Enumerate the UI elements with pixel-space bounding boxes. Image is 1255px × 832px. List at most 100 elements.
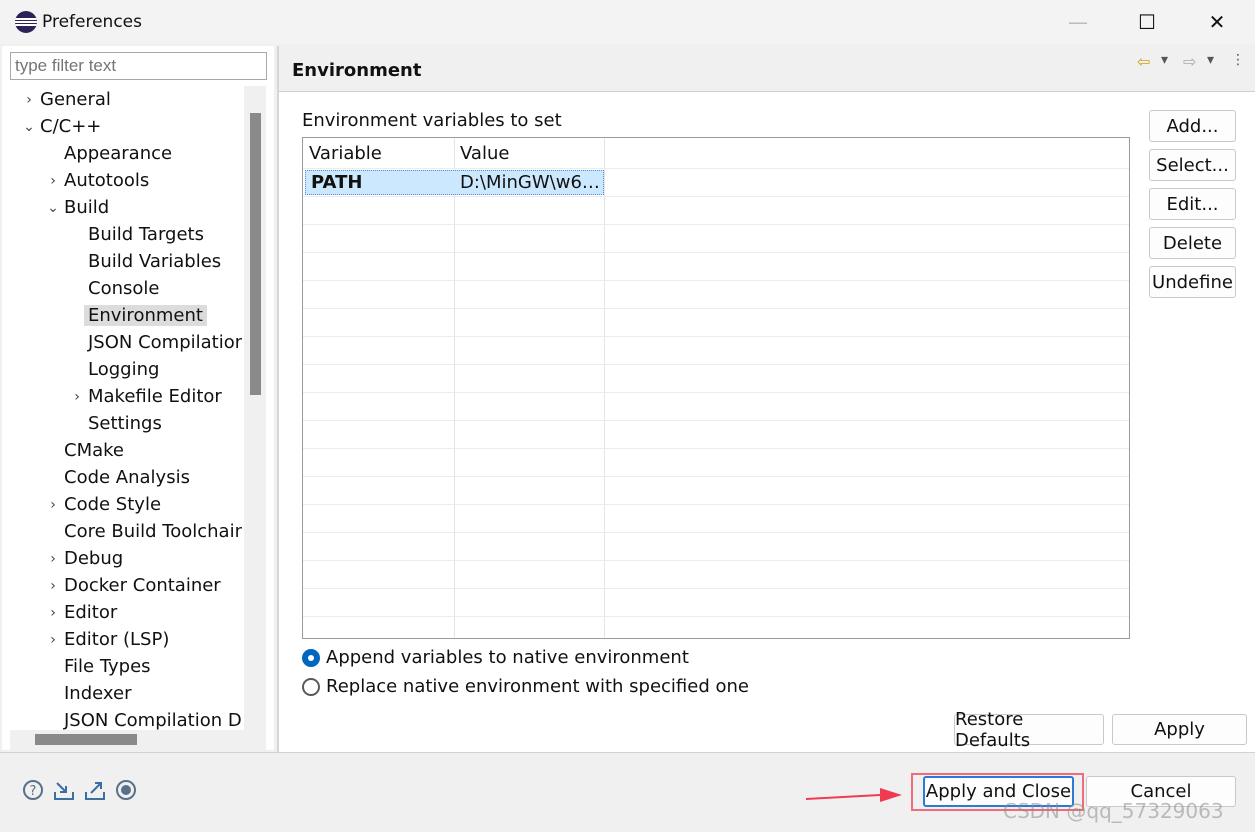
tree-item[interactable]: File Types [42, 653, 151, 680]
tree-item[interactable]: Appearance [42, 140, 172, 167]
tree-item[interactable]: Environment [66, 302, 207, 329]
help-icon[interactable]: ? [22, 779, 44, 801]
environment-variables-table[interactable]: Variable Value PATH D:\MinGW\w6… [302, 137, 1130, 639]
table-grid-line [303, 616, 1129, 617]
back-menu-icon[interactable]: ▾ [1161, 52, 1168, 68]
table-cell-variable[interactable]: PATH [311, 170, 451, 195]
tree-item[interactable]: Core Build Toolchains [42, 518, 242, 545]
export-icon[interactable] [84, 779, 106, 801]
edit-button[interactable]: Edit... [1149, 188, 1236, 220]
replace-radio-label[interactable]: Replace native environment with specifie… [326, 676, 749, 697]
close-button[interactable]: ✕ [1197, 6, 1237, 38]
restore-defaults-button[interactable]: Restore Defaults [954, 709, 1104, 751]
tree-item-label[interactable]: Core Build Toolchains [64, 521, 242, 542]
append-radio-option[interactable]: Append variables to native environment [302, 647, 689, 668]
tree-item[interactable]: › Makefile Editor [66, 383, 222, 410]
chevron-right-icon[interactable]: › [18, 92, 40, 108]
apply-button[interactable]: Apply [1112, 714, 1247, 745]
tree-item-label[interactable]: C/C++ [40, 116, 101, 137]
tree-item[interactable]: › Code Style [42, 491, 161, 518]
column-header-variable[interactable]: Variable [303, 138, 454, 168]
tree-item[interactable]: Build Targets [66, 221, 204, 248]
oomph-record-icon[interactable] [115, 779, 137, 801]
minimize-button[interactable]: — [1058, 6, 1098, 38]
select-button[interactable]: Select... [1149, 149, 1236, 181]
table-grid-line [303, 504, 1129, 505]
tree-item-label[interactable]: Environment [84, 305, 207, 326]
tree-item-label[interactable]: Build [64, 197, 109, 218]
table-cell-value[interactable]: D:\MinGW\w6… [460, 170, 600, 195]
chevron-down-icon[interactable]: ⌄ [18, 119, 40, 135]
tree-item-label[interactable]: Build Variables [88, 251, 221, 272]
footer-separator [0, 752, 1255, 753]
chevron-down-icon[interactable]: ⌄ [42, 200, 64, 216]
delete-button[interactable]: Delete [1149, 227, 1236, 259]
tree-item[interactable]: ⌄ Build [42, 194, 109, 221]
tree-item[interactable]: › Debug [42, 545, 123, 572]
undefine-button[interactable]: Undefine [1149, 266, 1236, 298]
table-grid-line [303, 252, 1129, 253]
tree-item[interactable]: Code Analysis [42, 464, 190, 491]
tree-item[interactable]: Indexer [42, 680, 131, 707]
back-arrow-icon[interactable]: ⇦ [1137, 52, 1150, 71]
tree-item-label[interactable]: JSON Compilation Da [64, 710, 242, 730]
table-grid-line [303, 364, 1129, 365]
tree-item-label[interactable]: Indexer [64, 683, 131, 704]
chevron-right-icon[interactable]: › [42, 173, 64, 189]
chevron-right-icon[interactable]: › [42, 551, 64, 567]
tree-item[interactable]: JSON Compilation Da [42, 707, 242, 730]
tree-item[interactable]: Console [66, 275, 159, 302]
tree-item[interactable]: ⌄ C/C++ [18, 113, 101, 140]
tree-item[interactable]: › Docker Container [42, 572, 221, 599]
chevron-right-icon[interactable]: › [66, 389, 88, 405]
import-icon[interactable] [53, 779, 75, 801]
maximize-button[interactable]: ☐ [1127, 6, 1167, 38]
tree-item[interactable]: CMake [42, 437, 124, 464]
table-grid-line [303, 420, 1129, 421]
tree-item-label[interactable]: Code Style [64, 494, 161, 515]
tree-item[interactable]: Settings [66, 410, 162, 437]
append-radio-label[interactable]: Append variables to native environment [326, 647, 689, 668]
tree-item-label[interactable]: File Types [64, 656, 151, 677]
tree-item[interactable]: › Autotools [42, 167, 149, 194]
tree-item-label[interactable]: JSON Compilation [88, 332, 242, 353]
filter-input[interactable] [10, 52, 267, 80]
tree-item-label[interactable]: Console [88, 278, 159, 299]
forward-menu-icon[interactable]: ▾ [1207, 52, 1214, 68]
tree-item-label[interactable]: General [40, 89, 111, 110]
radio-unchecked-icon[interactable] [302, 677, 320, 696]
tree-item[interactable]: Build Variables [66, 248, 221, 275]
tree-item[interactable]: › General [18, 86, 111, 113]
tree-horizontal-scroll-thumb[interactable] [35, 734, 137, 745]
table-grid-line [303, 336, 1129, 337]
window-title: Preferences [42, 12, 142, 32]
replace-radio-option[interactable]: Replace native environment with specifie… [302, 676, 749, 697]
forward-arrow-icon[interactable]: ⇨ [1183, 52, 1196, 71]
tree-item-label[interactable]: Logging [88, 359, 159, 380]
tree-item-label[interactable]: CMake [64, 440, 124, 461]
tree-item-label[interactable]: Docker Container [64, 575, 221, 596]
chevron-right-icon[interactable]: › [42, 632, 64, 648]
tree-item-label[interactable]: Debug [64, 548, 123, 569]
tree-vertical-scroll-thumb[interactable] [250, 113, 261, 395]
tree-item[interactable]: › Editor [42, 599, 117, 626]
tree-item-label[interactable]: Code Analysis [64, 467, 190, 488]
tree-item-label[interactable]: Build Targets [88, 224, 204, 245]
tree-item[interactable]: Logging [66, 356, 159, 383]
tree-item-label[interactable]: Editor (LSP) [64, 629, 169, 650]
add-button[interactable]: Add... [1149, 110, 1236, 142]
tree-item-label[interactable]: Makefile Editor [88, 386, 222, 407]
tree-item[interactable]: › Editor (LSP) [42, 626, 169, 653]
tree-item-label[interactable]: Autotools [64, 170, 149, 191]
tree-item-label[interactable]: Settings [88, 413, 162, 434]
chevron-right-icon[interactable]: › [42, 497, 64, 513]
tree-item-label[interactable]: Appearance [64, 143, 172, 164]
chevron-right-icon[interactable]: › [42, 605, 64, 621]
column-header-value[interactable]: Value [454, 138, 604, 168]
view-menu-icon[interactable]: ⋮ [1231, 52, 1245, 68]
table-grid-line [303, 392, 1129, 393]
radio-checked-icon[interactable] [302, 648, 320, 667]
tree-item[interactable]: JSON Compilation [66, 329, 242, 356]
chevron-right-icon[interactable]: › [42, 578, 64, 594]
tree-item-label[interactable]: Editor [64, 602, 117, 623]
